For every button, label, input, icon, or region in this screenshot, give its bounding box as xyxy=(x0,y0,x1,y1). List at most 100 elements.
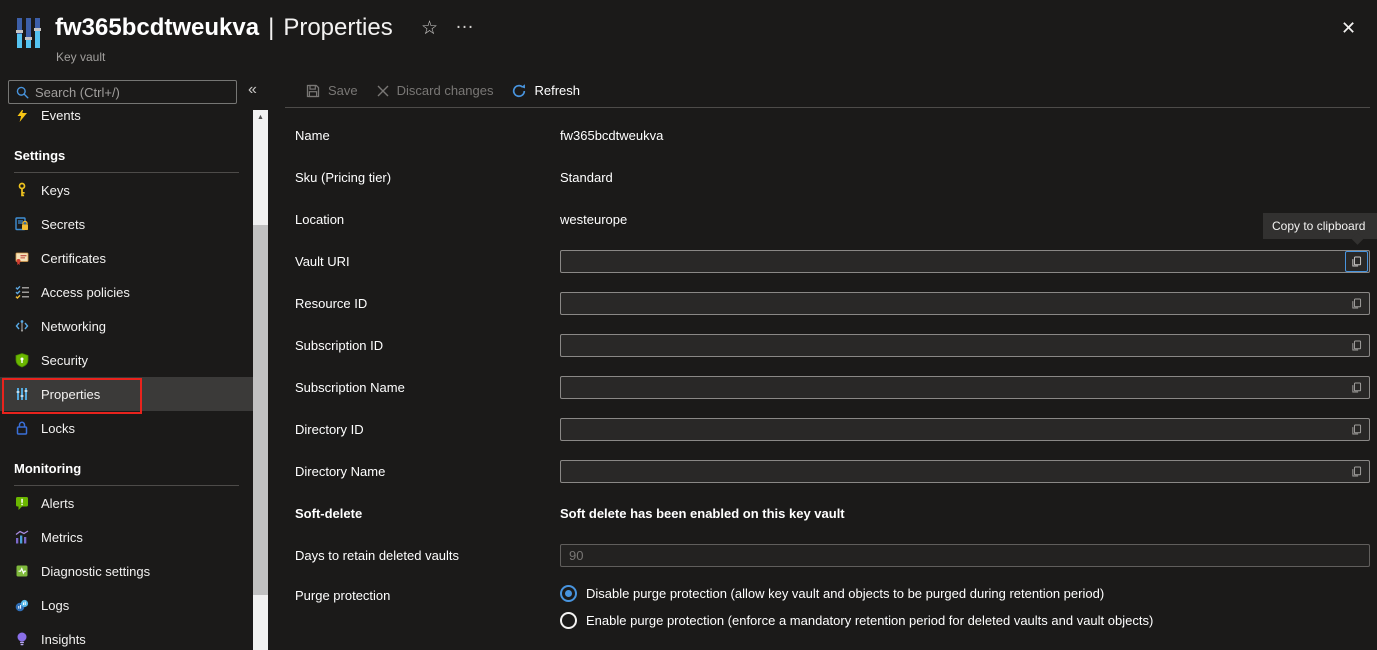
field-label: Sku (Pricing tier) xyxy=(295,170,560,185)
padlock-icon xyxy=(14,420,30,436)
field-label: Directory ID xyxy=(295,422,560,437)
copy-icon xyxy=(1350,465,1363,478)
save-button[interactable]: Save xyxy=(305,83,358,99)
form-row-location: Location westeurope xyxy=(295,198,1370,240)
favorite-star-icon[interactable]: ☆ xyxy=(421,17,438,40)
more-options-icon[interactable]: … xyxy=(455,12,475,34)
sidebar-item-keys[interactable]: Keys xyxy=(0,173,253,207)
vault-uri-field[interactable] xyxy=(560,250,1370,273)
bar-chart-icon xyxy=(14,529,30,545)
resource-type-subtitle: Key vault xyxy=(56,50,105,64)
radio-selected-icon[interactable] xyxy=(560,585,577,602)
copy-button[interactable] xyxy=(1345,461,1368,482)
field-label: Soft-delete xyxy=(295,506,560,521)
directory-name-field[interactable] xyxy=(560,460,1370,483)
sidebar-item-secrets[interactable]: Secrets xyxy=(0,207,253,241)
radio-label[interactable]: Enable purge protection (enforce a manda… xyxy=(586,613,1153,628)
lightbulb-icon xyxy=(14,631,30,647)
sidebar-item-insights[interactable]: Insights xyxy=(0,622,253,650)
form-row-soft-delete: Soft-delete Soft delete has been enabled… xyxy=(295,492,1370,534)
properties-form: Name fw365bcdtweukva Sku (Pricing tier) … xyxy=(295,114,1370,634)
sidebar-menu: Events Settings Keys Secrets Certificate… xyxy=(0,110,253,650)
keyvault-properties-app-icon xyxy=(14,15,42,53)
discard-changes-button[interactable]: Discard changes xyxy=(376,83,494,98)
close-icon[interactable]: ✕ xyxy=(1341,18,1356,39)
subscription-id-field[interactable] xyxy=(560,334,1370,357)
retention-days-input[interactable] xyxy=(560,544,1370,567)
field-label: Location xyxy=(295,212,560,227)
certificate-icon xyxy=(14,250,30,266)
title-separator: | xyxy=(268,14,274,42)
field-label: Days to retain deleted vaults xyxy=(295,548,560,563)
sidebar-scrollbar: ▲ xyxy=(253,110,268,650)
field-label: Directory Name xyxy=(295,464,560,479)
field-label: Purge protection xyxy=(295,580,560,603)
refresh-icon xyxy=(511,83,527,99)
sidebar-item-properties[interactable]: Properties xyxy=(0,377,253,411)
copy-icon xyxy=(1350,255,1363,268)
radio-label[interactable]: Disable purge protection (allow key vaul… xyxy=(586,586,1104,601)
scrollbar-thumb[interactable] xyxy=(253,225,268,595)
blade-name: Properties xyxy=(283,14,392,42)
diagnostics-icon xyxy=(14,563,30,579)
soft-delete-status: Soft delete has been enabled on this key… xyxy=(560,506,845,521)
copy-icon xyxy=(1350,381,1363,394)
subscription-name-field[interactable] xyxy=(560,376,1370,399)
sidebar-item-logs[interactable]: Logs xyxy=(0,588,253,622)
alert-bubble-icon xyxy=(14,495,30,511)
sidebar-section-settings: Settings xyxy=(14,142,239,173)
command-bar: Save Discard changes Refresh xyxy=(285,78,1370,108)
copy-button[interactable] xyxy=(1345,251,1368,272)
form-row-retention-days: Days to retain deleted vaults xyxy=(295,534,1370,576)
logs-icon xyxy=(14,597,30,613)
form-row-directory-name: Directory Name xyxy=(295,450,1370,492)
form-row-directory-id: Directory ID xyxy=(295,408,1370,450)
checklist-icon xyxy=(14,284,30,300)
purge-protection-radio-group: Disable purge protection (allow key vaul… xyxy=(560,580,1153,634)
scrollbar-up-arrow-icon[interactable]: ▲ xyxy=(253,110,268,125)
collapse-sidebar-icon[interactable]: « xyxy=(248,81,257,99)
save-icon xyxy=(305,83,321,99)
form-row-subscription-name: Subscription Name xyxy=(295,366,1370,408)
directory-id-field[interactable] xyxy=(560,418,1370,441)
form-row-vault-uri: Vault URI xyxy=(295,240,1370,282)
copy-icon xyxy=(1350,339,1363,352)
sliders-icon xyxy=(14,386,30,402)
sidebar-item-diagnostic-settings[interactable]: Diagnostic settings xyxy=(0,554,253,588)
sidebar-item-certificates[interactable]: Certificates xyxy=(0,241,253,275)
field-label: Subscription Name xyxy=(295,380,560,395)
copy-icon xyxy=(1350,297,1363,310)
radio-option-disable-purge[interactable]: Disable purge protection (allow key vaul… xyxy=(560,580,1153,607)
sidebar-item-access-policies[interactable]: Access policies xyxy=(0,275,253,309)
sidebar-item-alerts[interactable]: Alerts xyxy=(0,486,253,520)
copy-button[interactable] xyxy=(1345,293,1368,314)
search-input[interactable] xyxy=(35,85,230,100)
key-icon xyxy=(14,182,30,198)
copy-icon xyxy=(1350,423,1363,436)
refresh-button[interactable]: Refresh xyxy=(511,83,580,99)
sidebar-item-security[interactable]: Security xyxy=(0,343,253,377)
shield-icon xyxy=(14,352,30,368)
resource-id-field[interactable] xyxy=(560,292,1370,315)
copy-tooltip: Copy to clipboard xyxy=(1263,213,1377,239)
radio-unselected-icon[interactable] xyxy=(560,612,577,629)
discard-x-icon xyxy=(376,84,390,98)
form-row-purge-protection: Purge protection Disable purge protectio… xyxy=(295,576,1370,634)
copy-button[interactable] xyxy=(1345,335,1368,356)
form-row-name: Name fw365bcdtweukva xyxy=(295,114,1370,156)
search-icon xyxy=(15,85,30,100)
sidebar-item-metrics[interactable]: Metrics xyxy=(0,520,253,554)
form-row-subscription-id: Subscription ID xyxy=(295,324,1370,366)
sidebar-search[interactable] xyxy=(8,80,237,104)
sidebar-item-events[interactable]: Events xyxy=(0,110,253,132)
page-title: fw365bcdtweukva | Properties xyxy=(55,14,393,42)
copy-button[interactable] xyxy=(1345,377,1368,398)
sidebar-item-networking[interactable]: Networking xyxy=(0,309,253,343)
form-row-resource-id: Resource ID xyxy=(295,282,1370,324)
copy-button[interactable] xyxy=(1345,419,1368,440)
radio-option-enable-purge[interactable]: Enable purge protection (enforce a manda… xyxy=(560,607,1153,634)
sidebar-item-locks[interactable]: Locks xyxy=(0,411,253,445)
field-value: fw365bcdtweukva xyxy=(560,128,663,143)
field-label: Subscription ID xyxy=(295,338,560,353)
sidebar-section-monitoring: Monitoring xyxy=(14,455,239,486)
